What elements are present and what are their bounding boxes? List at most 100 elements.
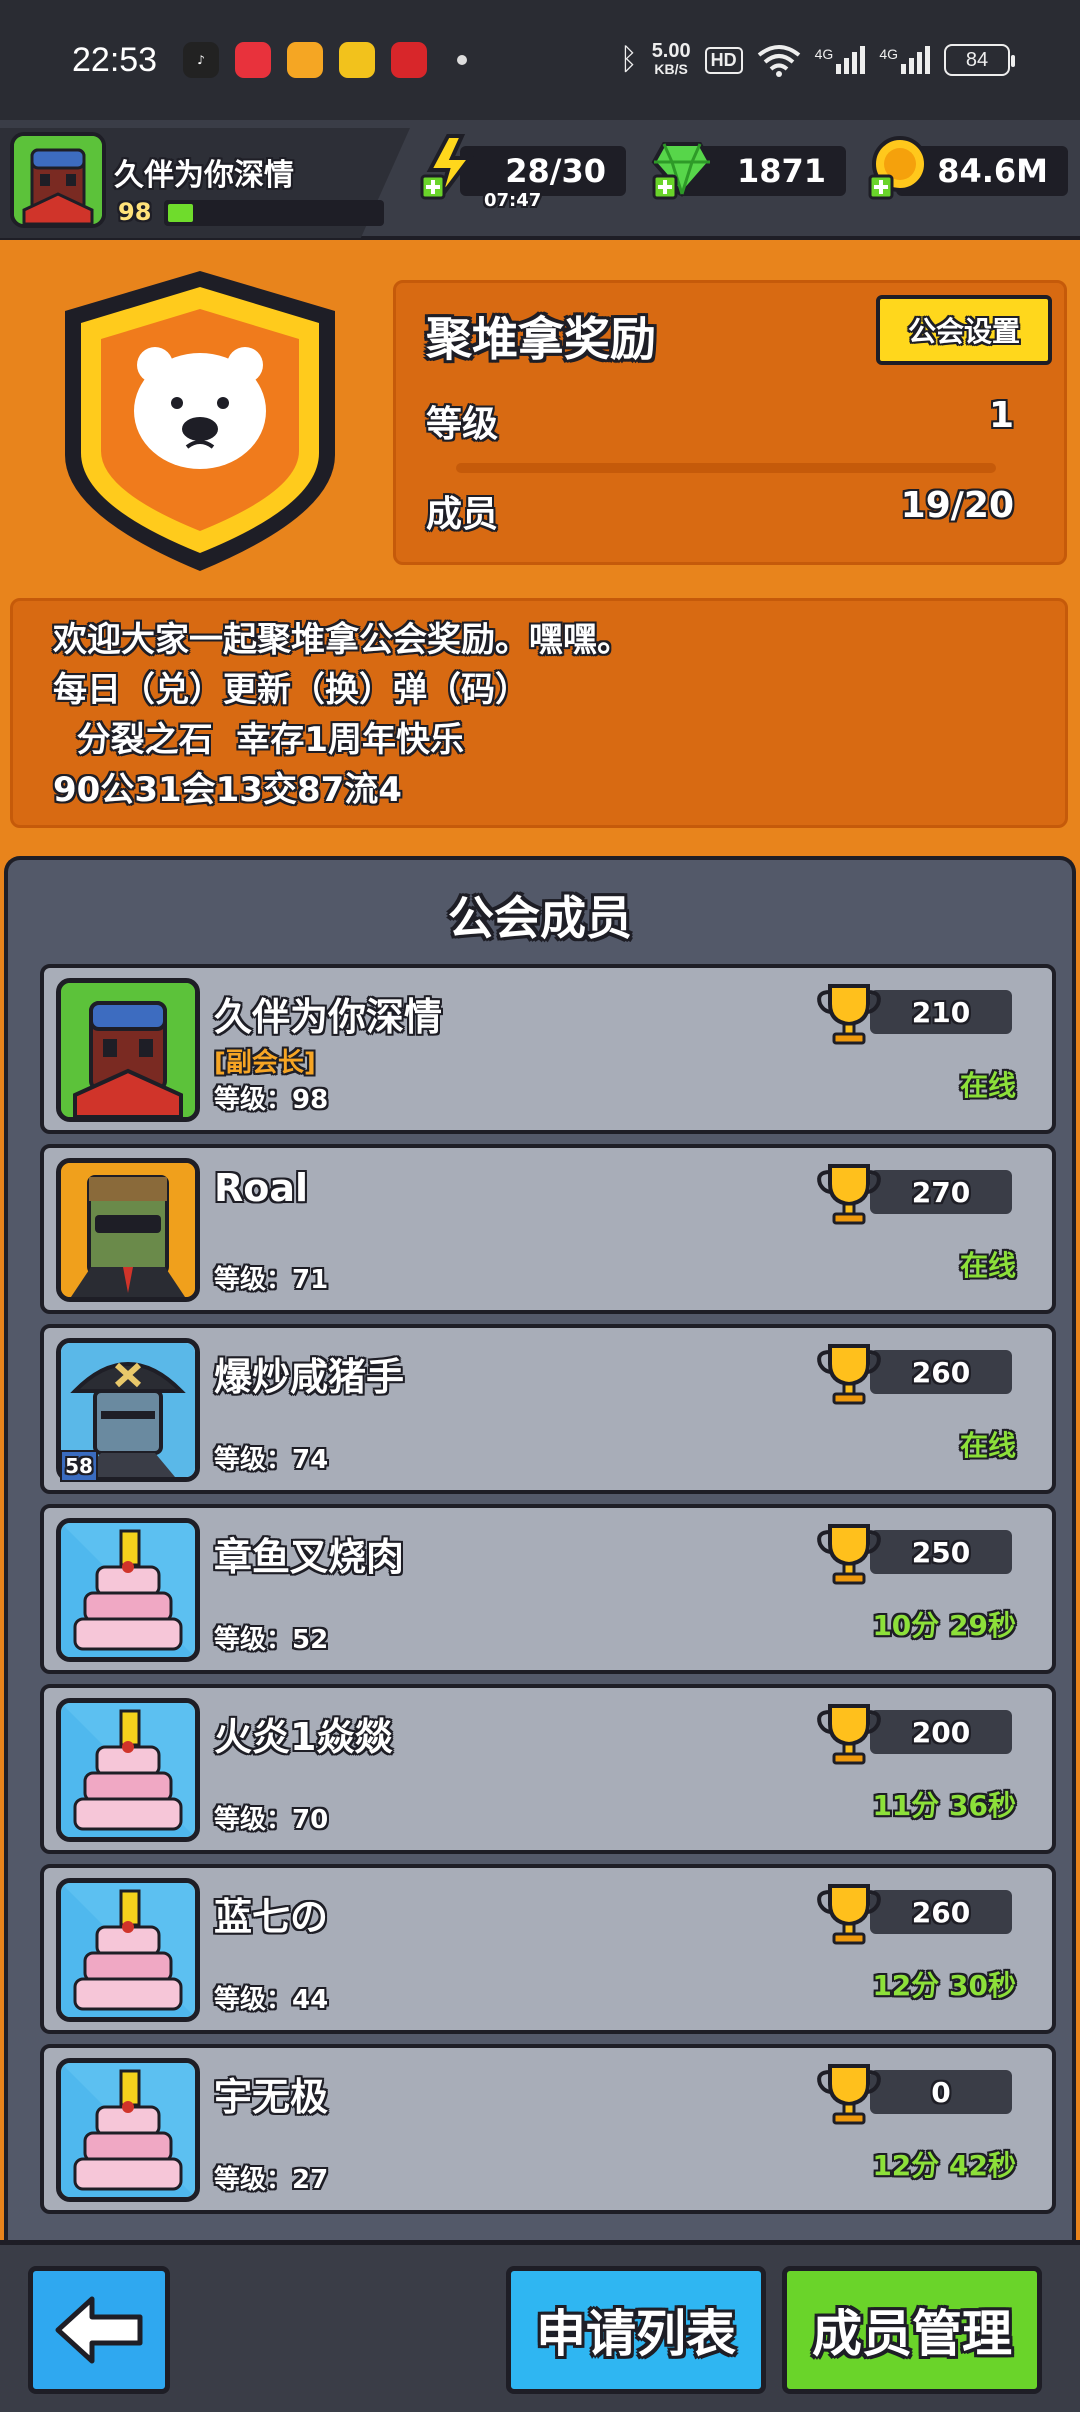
member-name: 章鱼叉烧肉 xyxy=(214,1535,405,1579)
signal-1-label: 4G xyxy=(814,46,834,62)
member-card[interactable]: 久伴为你深情 [副会长] 等级：98 210 在线 xyxy=(40,964,1056,1134)
members-title: 公会成员 xyxy=(448,891,632,945)
guild-members-label: 成员 xyxy=(426,494,499,535)
member-status: 11分 36秒 xyxy=(872,1789,1016,1822)
member-card[interactable]: Roal 等级：71 270 在线 xyxy=(40,1144,1056,1314)
member-role: [副会长] xyxy=(214,1048,316,1078)
guild-level-value: 1 xyxy=(988,395,1014,436)
tiktok-icon: ♪ xyxy=(183,42,220,78)
guild-description-line: 每日（兑）更新（换）弹（码） xyxy=(53,670,529,710)
member-trophy-score: 250 xyxy=(870,1530,1012,1574)
member-avatar-cake-icon[interactable] xyxy=(56,2058,200,2202)
player-avatar[interactable] xyxy=(10,132,106,228)
back-arrow-icon xyxy=(55,2296,143,2364)
member-trophy-score: 200 xyxy=(870,1710,1012,1754)
member-level: 等级：27 xyxy=(214,2165,329,2195)
energy-plus-icon[interactable] xyxy=(418,132,488,202)
member-card[interactable]: 蓝七の等级：44 260 12分 30秒 xyxy=(40,1864,1056,2034)
member-level: 等级：70 xyxy=(214,1805,329,1835)
member-manage-button[interactable]: 成员管理 xyxy=(782,2266,1042,2394)
member-card[interactable]: 章鱼叉烧肉等级：52 250 10分 29秒 xyxy=(40,1504,1056,1674)
guild-level-label: 等级 xyxy=(426,404,499,445)
member-status: 12分 30秒 xyxy=(872,1969,1016,2002)
trophy-icon xyxy=(817,1524,881,1585)
member-card[interactable]: 火炎1焱燚等级：70 200 11分 36秒 xyxy=(40,1684,1056,1854)
member-name: 久伴为你深情 xyxy=(214,995,443,1039)
battery-level: 84 xyxy=(965,48,989,71)
member-level: 等级：52 xyxy=(214,1625,329,1655)
gem-plus-icon[interactable] xyxy=(650,132,720,202)
member-status: 10分 29秒 xyxy=(872,1609,1016,1642)
ninja-avatar-icon xyxy=(14,136,102,224)
member-avatar-cake-icon[interactable] xyxy=(56,1698,200,1842)
notification-dot-icon xyxy=(457,55,468,65)
members-panel: 公会成员 久伴为你深情 [副会长] 等级：98 210 在线 Roal 等级：71 270 在线… xyxy=(4,856,1076,2256)
back-button[interactable] xyxy=(28,2266,170,2394)
player-name: 久伴为你深情 xyxy=(114,158,294,193)
member-avatar-ninja-icon[interactable] xyxy=(56,978,200,1122)
coin-plus-icon[interactable] xyxy=(866,132,936,202)
member-card[interactable]: 宇无极等级：27 0 12分 42秒 xyxy=(40,2044,1056,2214)
study-app-icon xyxy=(391,42,428,78)
player-level: 98 xyxy=(118,198,152,226)
trophy-icon xyxy=(817,1344,881,1405)
xp-fill xyxy=(168,204,194,222)
member-level: 等级：44 xyxy=(214,1985,329,2015)
apply-list-button[interactable]: 申请列表 xyxy=(506,2266,766,2394)
member-status: 在线 xyxy=(959,1429,1016,1462)
guild-description: 欢迎大家一起聚堆拿公会奖励。嘿嘿。 每日（兑）更新（换）弹（码） 分裂之石 幸存… xyxy=(10,598,1068,828)
status-time: 22:53 xyxy=(72,40,158,79)
battery-icon: 84 xyxy=(944,44,1015,76)
member-trophy-score: 0 xyxy=(870,2070,1012,2114)
signal-1-icon: 4G xyxy=(815,46,866,74)
member-name: 爆炒咸猪手 xyxy=(214,1355,405,1399)
network-speed: 5.00 KB/S xyxy=(651,40,691,78)
member-avatar-cake-icon[interactable] xyxy=(56,1518,200,1662)
member-level: 等级：71 xyxy=(214,1265,329,1295)
member-level: 等级：74 xyxy=(214,1445,329,1475)
member-trophy-score: 270 xyxy=(870,1170,1012,1214)
xp-bar xyxy=(164,200,384,226)
trophy-icon xyxy=(817,1704,881,1765)
wifi-icon xyxy=(757,45,800,77)
member-trophy-score: 260 xyxy=(870,1350,1012,1394)
signal-2-label: 4G xyxy=(879,46,898,62)
member-trophy-score: 260 xyxy=(870,1890,1012,1934)
member-status: 在线 xyxy=(959,1249,1016,1282)
signal-2-icon: 4G xyxy=(879,46,930,74)
member-level: 等级：98 xyxy=(214,1085,329,1115)
hd-icon: HD xyxy=(704,46,743,74)
guild-card: 聚堆拿奖励 公会设置 等级 1 成员 19/20 xyxy=(393,280,1067,565)
trophy-icon xyxy=(817,1164,881,1225)
energy-timer: 07:47 xyxy=(484,190,542,211)
guild-emblem-bear-icon xyxy=(65,271,335,571)
member-name: 宇无极 xyxy=(214,2075,329,2119)
guild-description-line: 分裂之石 幸存1周年快乐 xyxy=(53,720,465,760)
guild-description-line: 90公31会13交87流4 xyxy=(53,770,402,810)
member-status: 12分 42秒 xyxy=(872,2149,1016,2182)
member-trophy-score: 210 xyxy=(870,990,1012,1034)
yellow-app-icon xyxy=(287,42,324,78)
speed-unit: KB/S xyxy=(654,61,688,77)
guild-level-bar xyxy=(456,463,996,473)
trophy-icon xyxy=(817,2064,881,2125)
member-avatar-zombie-icon[interactable] xyxy=(56,1158,200,1302)
trophy-icon xyxy=(817,984,881,1045)
member-status: 在线 xyxy=(959,1069,1016,1102)
guild-members-value: 19/20 xyxy=(900,485,1014,526)
member-name: 火炎1焱燚 xyxy=(214,1715,393,1759)
member-name: Roal xyxy=(214,1166,309,1210)
game-app-icon xyxy=(339,42,376,78)
status-right: ᛒ 5.00 KB/S HD 4G 4G 84 xyxy=(619,40,1015,78)
speed-value: 5.00 xyxy=(651,40,691,62)
member-card[interactable]: 58 爆炒咸猪手等级：74 260 在线 xyxy=(40,1324,1056,1494)
guild-name: 聚堆拿奖励 xyxy=(426,312,656,366)
avatar-level-badge: 58 xyxy=(60,1450,98,1482)
bluetooth-icon: ᛒ xyxy=(619,43,638,76)
status-bar: 22:53 ♪ ᛒ 5.00 KB/S HD 4G 4G 84 xyxy=(0,0,1080,120)
trophy-icon xyxy=(817,1884,881,1945)
member-name: 蓝七の xyxy=(214,1895,329,1939)
red-app-icon xyxy=(235,42,272,78)
member-avatar-cake-icon[interactable] xyxy=(56,1878,200,2022)
guild-settings-button[interactable]: 公会设置 xyxy=(876,295,1052,365)
